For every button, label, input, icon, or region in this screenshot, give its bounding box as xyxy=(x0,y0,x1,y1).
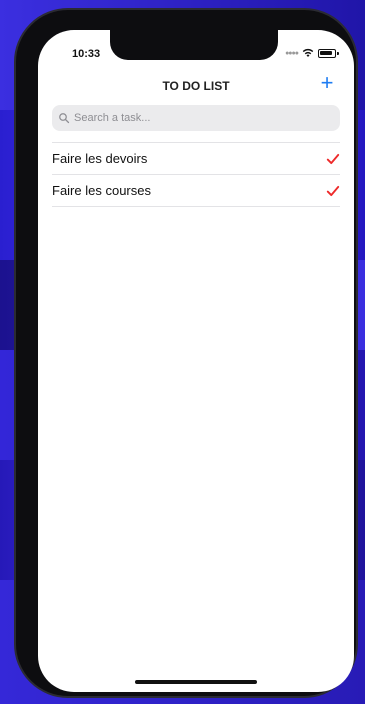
battery-icon xyxy=(318,48,339,58)
checkmark-icon[interactable] xyxy=(326,184,340,198)
search-icon xyxy=(59,113,70,124)
phone-screen: 10:33 ●●●● TO DO LIST + Faire les devoir… xyxy=(38,30,354,692)
checkmark-icon[interactable] xyxy=(326,152,340,166)
task-label: Faire les courses xyxy=(52,183,151,198)
search-bar[interactable] xyxy=(52,105,340,131)
task-row[interactable]: Faire les courses xyxy=(52,175,340,207)
home-indicator[interactable] xyxy=(135,680,257,684)
status-icons: ●●●● xyxy=(285,48,339,58)
notch xyxy=(110,30,278,60)
signal-dots-icon: ●●●● xyxy=(285,49,299,57)
wifi-icon xyxy=(302,48,314,57)
plus-icon: + xyxy=(320,70,334,95)
task-label: Faire les devoirs xyxy=(52,151,148,166)
task-list: Faire les devoirs Faire les courses xyxy=(52,142,340,207)
add-task-button[interactable]: + xyxy=(316,70,338,95)
page-title: TO DO LIST xyxy=(162,79,230,93)
status-time: 10:33 xyxy=(72,48,101,60)
phone-frame: 10:33 ●●●● TO DO LIST + Faire les devoir… xyxy=(14,8,358,698)
task-row[interactable]: Faire les devoirs xyxy=(52,143,340,175)
search-input[interactable] xyxy=(74,112,324,124)
